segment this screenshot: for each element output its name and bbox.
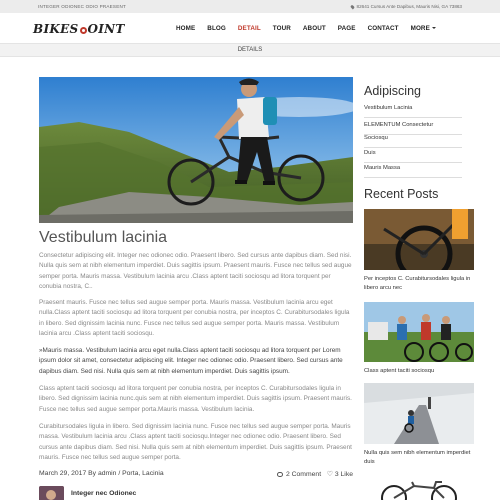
post-paragraph-1: Consectetur adipiscing elit. Integer nec… [39,252,352,290]
nav-item-home[interactable]: HOME [176,25,195,32]
post-paragraph-4: Curabitursodales ligula in libero. Sed d… [39,423,352,461]
top-address: 82641 Cursus Ante Dapibus, Mauris Nisi, … [349,4,462,10]
site-header: BIKES OINT HOME BLOG DETAIL TOUR ABOUT PA… [0,13,500,43]
nav-item-detail[interactable]: DETAIL [238,25,261,32]
post-date-author: March 29, 2017 By admin / Porta, Lacinia [39,470,164,477]
logo-p-ring-icon [79,27,87,34]
address-text: 82641 Cursus Ante Dapibus, Mauris Nisi, … [356,4,462,9]
author-name[interactable]: Integer nec Odionec [71,490,136,497]
cyclist-mountain-photo [39,77,353,223]
nav-item-tour[interactable]: TOUR [273,25,291,32]
breadcrumb-label: DETAILS [237,47,263,53]
sidebar-recent-title: Recent Posts [364,187,439,201]
logo-text-bikes: BIKES [33,22,79,36]
recent-post-thumb-3[interactable] [364,383,474,444]
bicycle-photo [364,478,474,500]
recent-post-thumb-2[interactable] [364,302,474,362]
recent-post-thumb-1[interactable] [364,209,474,270]
recent-post-thumb-4[interactable] [364,478,474,500]
breadcrumb: DETAILS [0,43,500,57]
location-pin-icon [349,4,355,10]
logo-text-oint: OINT [87,22,125,36]
post-paragraph-3: Class aptent taciti sociosqu ad litora t… [39,385,352,413]
avatar [39,486,64,500]
post-hero-image [39,77,353,223]
nav-item-contact[interactable]: CONTACT [368,25,399,32]
cyclists-group-photo [364,302,474,362]
post-paragraph-2: Praesent mauris. Fusce nec tellus sed au… [39,299,350,337]
like-count[interactable]: 3 Like [335,471,353,478]
recent-post-caption-3[interactable]: Nulla quis sem nibh elementum imperdiet … [364,449,474,466]
sidebar-categories-title: Adipiscing [364,84,421,98]
post-meta: March 29, 2017 By admin / Porta, Lacinia… [39,470,353,478]
author-photo [39,486,64,500]
post-stats: 2 Comment ♡ 3 Like [276,470,353,478]
chevron-down-icon [431,27,436,29]
mountain-bike-wheel-photo [364,209,474,270]
post-title: Vestibulum lacinia [39,229,168,246]
sidebar-category-item[interactable]: Vestibulum Lacinia [364,101,462,118]
nav-item-more-label: MORE [410,25,430,32]
recent-post-caption-2[interactable]: Class aptent taciti sociosqu [364,367,474,376]
heart-icon: ♡ [326,471,333,478]
comment-count[interactable]: 2 Comment [286,471,321,478]
top-info-bar: INTEGER ODIONEC ODIO PRAESENT 82641 Curs… [0,0,500,13]
nav-item-more[interactable]: MORE [411,25,436,32]
sidebar-category-item[interactable]: Mauris Massa [364,161,462,178]
main-nav: HOME BLOG DETAIL TOUR ABOUT PAGE CONTACT… [176,25,448,32]
top-tagline: INTEGER ODIONEC ODIO PRAESENT [38,4,126,9]
recent-post-caption-1[interactable]: Per inceptos C. Curabitursodales ligula … [364,275,474,292]
site-logo[interactable]: BIKES OINT [33,22,125,36]
nav-item-page[interactable]: PAGE [338,25,356,32]
author-box: Integer nec Odionec [39,486,353,500]
nav-item-blog[interactable]: BLOG [207,25,226,32]
nav-item-about[interactable]: ABOUT [303,25,326,32]
post-blockquote: »Mauris massa. Vestibulum lacinia arcu e… [39,347,343,375]
comment-icon [276,472,283,477]
cyclist-road-photo [364,383,474,444]
